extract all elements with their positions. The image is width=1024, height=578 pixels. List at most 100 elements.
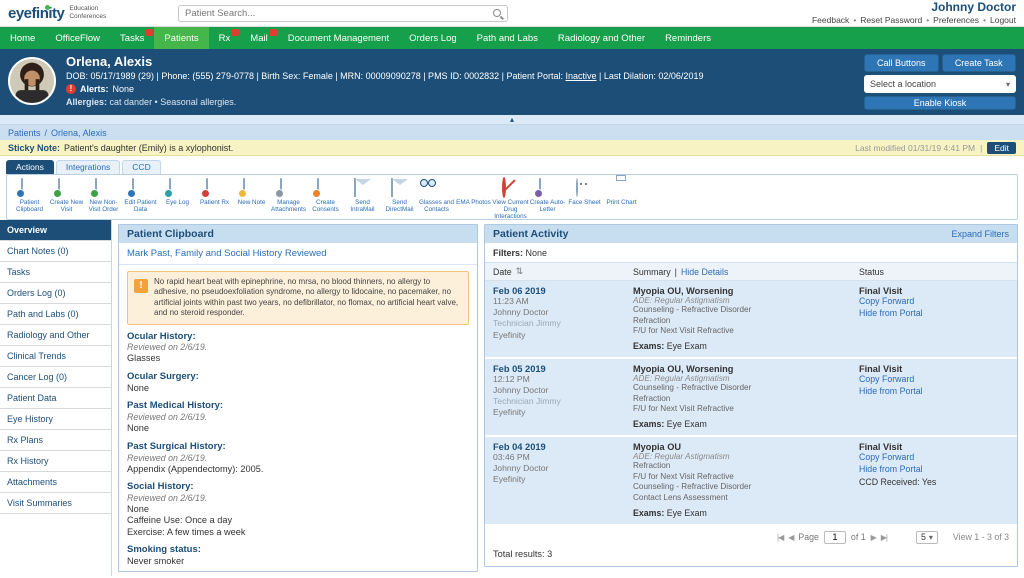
copy-forward-link[interactable]: Copy Forward xyxy=(859,452,1009,464)
hide-from-portal-link[interactable]: Hide from Portal xyxy=(859,386,1009,398)
nav-orders-log[interactable]: Orders Log xyxy=(399,27,467,49)
hide-details-link[interactable]: Hide Details xyxy=(681,267,728,277)
breadcrumb-patients-link[interactable]: Patients xyxy=(8,128,41,138)
sidebar-item-cancer-log[interactable]: Cancer Log (0) xyxy=(0,367,111,388)
logout-link[interactable]: Logout xyxy=(990,15,1016,26)
enable-kiosk-button[interactable]: Enable Kiosk xyxy=(864,96,1016,110)
reset-password-link[interactable]: Reset Password xyxy=(860,15,922,26)
create-task-button[interactable]: Create Task xyxy=(942,54,1017,72)
visit-row[interactable]: Feb 06 2019 11:23 AM Johnny Doctor Techn… xyxy=(485,281,1017,359)
visit-summary-subtitle: ADE: Regular Astigmatism xyxy=(633,374,859,383)
visit-row[interactable]: Feb 04 2019 03:46 PM Johnny Doctor Eyefi… xyxy=(485,437,1017,526)
toolbar-send-directmail[interactable]: Send DirectMail xyxy=(381,177,418,213)
banner-collapse-strip[interactable]: ▴ xyxy=(0,115,1024,125)
toolbar-print-chart[interactable]: Print Chart xyxy=(603,177,640,206)
toolbar-new-non-visit-order[interactable]: New Non-Visit Order xyxy=(85,177,122,213)
sidebar-item-attachments[interactable]: Attachments xyxy=(0,472,111,493)
toolbar-create-auto-letter[interactable]: Create Auto-Letter xyxy=(529,177,566,213)
chart-tabs: Actions Integrations CCD xyxy=(0,156,1024,174)
warning-icon: ! xyxy=(134,279,148,293)
pager-last-icon[interactable]: ▶| xyxy=(881,533,887,542)
nav-document-management[interactable]: Document Management xyxy=(278,27,399,49)
sidebar-item-rx-plans[interactable]: Rx Plans xyxy=(0,430,111,451)
toolbar-create-new-visit[interactable]: Create New Visit xyxy=(48,177,85,213)
main-area: Overview Chart Notes (0) Tasks Orders Lo… xyxy=(0,220,1024,576)
nav-mail[interactable]: Mail xyxy=(240,27,277,49)
toolbar-glasses-and-contacts[interactable]: Glasses and Contacts xyxy=(418,177,455,213)
activity-pager: |◀ ◀ Page of 1 ▶ ▶| 5 ▾ View 1 - 3 of 3 xyxy=(485,526,1017,546)
create-consents-icon xyxy=(317,178,319,197)
call-buttons-button[interactable]: Call Buttons xyxy=(864,54,939,72)
patient-portal-status-link[interactable]: Inactive xyxy=(566,71,597,81)
toolbar-patient-clipboard[interactable]: Patient Clipboard xyxy=(11,177,48,213)
preferences-link[interactable]: Preferences xyxy=(933,15,979,26)
hide-from-portal-link[interactable]: Hide from Portal xyxy=(859,308,1009,320)
sidebar-item-overview[interactable]: Overview xyxy=(0,220,111,241)
toolbar-face-sheet[interactable]: Face Sheet xyxy=(566,177,603,206)
pager-first-icon[interactable]: |◀ xyxy=(777,533,783,542)
visit-time: 03:46 PM xyxy=(493,452,633,463)
sidebar-item-chart-notes[interactable]: Chart Notes (0) xyxy=(0,241,111,262)
tab-integrations[interactable]: Integrations xyxy=(56,160,120,174)
visit-row[interactable]: Feb 05 2019 12:12 PM Johnny Doctor Techn… xyxy=(485,359,1017,437)
sidebar-item-orders-log[interactable]: Orders Log (0) xyxy=(0,283,111,304)
page-of: of 1 xyxy=(851,532,866,542)
page-size-select[interactable]: 5 ▾ xyxy=(916,531,938,544)
feedback-link[interactable]: Feedback xyxy=(812,15,849,26)
copy-forward-link[interactable]: Copy Forward xyxy=(859,374,1009,386)
nav-tasks[interactable]: Tasks xyxy=(110,27,154,49)
expand-filters-link[interactable]: Expand Filters xyxy=(951,229,1009,239)
toolbar-edit-patient-data[interactable]: Edit Patient Data xyxy=(122,177,159,213)
exams-value: Eye Exam xyxy=(667,341,707,351)
copy-forward-link[interactable]: Copy Forward xyxy=(859,296,1009,308)
sticky-note-label: Sticky Note: xyxy=(8,143,60,153)
patient-search-input[interactable] xyxy=(185,8,493,19)
mark-history-reviewed-link[interactable]: Mark Past, Family and Social History Rev… xyxy=(119,243,477,265)
sidebar-item-tasks[interactable]: Tasks xyxy=(0,262,111,283)
hide-from-portal-link[interactable]: Hide from Portal xyxy=(859,464,1009,476)
section-smoking-status: Smoking status: Never smoker xyxy=(127,544,469,567)
sidebar-item-visit-summaries[interactable]: Visit Summaries xyxy=(0,493,111,514)
nav-radiology-and-other[interactable]: Radiology and Other xyxy=(548,27,655,49)
nav-rx[interactable]: Rx xyxy=(209,27,241,49)
location-select[interactable]: Select a location ▾ xyxy=(864,75,1016,93)
sidebar-item-clinical-trends[interactable]: Clinical Trends xyxy=(0,346,111,367)
sidebar-item-radiology-and-other[interactable]: Radiology and Other xyxy=(0,325,111,346)
toolbar-eye-log[interactable]: Eye Log xyxy=(159,177,196,206)
toolbar-send-intramail[interactable]: Send IntraMail xyxy=(344,177,381,213)
column-summary: Summary xyxy=(633,267,671,277)
separator: • xyxy=(983,15,986,26)
chevron-down-icon: ▾ xyxy=(929,533,933,542)
page-input[interactable] xyxy=(824,531,846,544)
visit-summary-subtitle: ADE: Regular Astigmatism xyxy=(633,452,859,461)
toolbar-patient-rx[interactable]: Patient Rx xyxy=(196,177,233,206)
toolbar-create-consents[interactable]: Create Consents xyxy=(307,177,344,213)
sticky-edit-button[interactable]: Edit xyxy=(987,142,1016,154)
pager-next-icon[interactable]: ▶ xyxy=(871,533,876,542)
nav-officeflow[interactable]: OfficeFlow xyxy=(45,27,110,49)
eyefinity-logo[interactable]: eyefinity Education Conferences xyxy=(8,5,166,22)
toolbar-manage-attachments[interactable]: Manage Attachments xyxy=(270,177,307,213)
toolbar-new-note[interactable]: New Note xyxy=(233,177,270,206)
nav-reminders[interactable]: Reminders xyxy=(655,27,721,49)
nav-home[interactable]: Home xyxy=(0,27,45,49)
sidebar-item-path-and-labs[interactable]: Path and Labs (0) xyxy=(0,304,111,325)
tab-ccd[interactable]: CCD xyxy=(122,160,160,174)
allergies-label: Allergies: xyxy=(66,97,107,107)
toolbar-ema-photos[interactable]: EMA Photos xyxy=(455,177,492,206)
sidebar-item-rx-history[interactable]: Rx History xyxy=(0,451,111,472)
sort-date-icon[interactable]: ⇅ xyxy=(516,266,524,277)
toolbar-view-drug-interactions[interactable]: View Current Drug Interactions xyxy=(492,177,529,221)
section-ocular-history: Ocular History: Reviewed on 2/6/19. Glas… xyxy=(127,331,469,365)
search-icon[interactable] xyxy=(493,9,501,17)
edit-patient-data-icon xyxy=(132,178,134,197)
tab-actions[interactable]: Actions xyxy=(6,160,54,174)
nav-patients[interactable]: Patients xyxy=(154,27,208,49)
pager-prev-icon[interactable]: ◀ xyxy=(788,533,793,542)
sidebar-item-patient-data[interactable]: Patient Data xyxy=(0,388,111,409)
filters-value: None xyxy=(526,248,548,258)
visit-time: 12:12 PM xyxy=(493,374,633,385)
nav-path-and-labs[interactable]: Path and Labs xyxy=(467,27,548,49)
activity-table-header: Date ⇅ Summary | Hide Details Status xyxy=(485,262,1017,281)
sidebar-item-eye-history[interactable]: Eye History xyxy=(0,409,111,430)
